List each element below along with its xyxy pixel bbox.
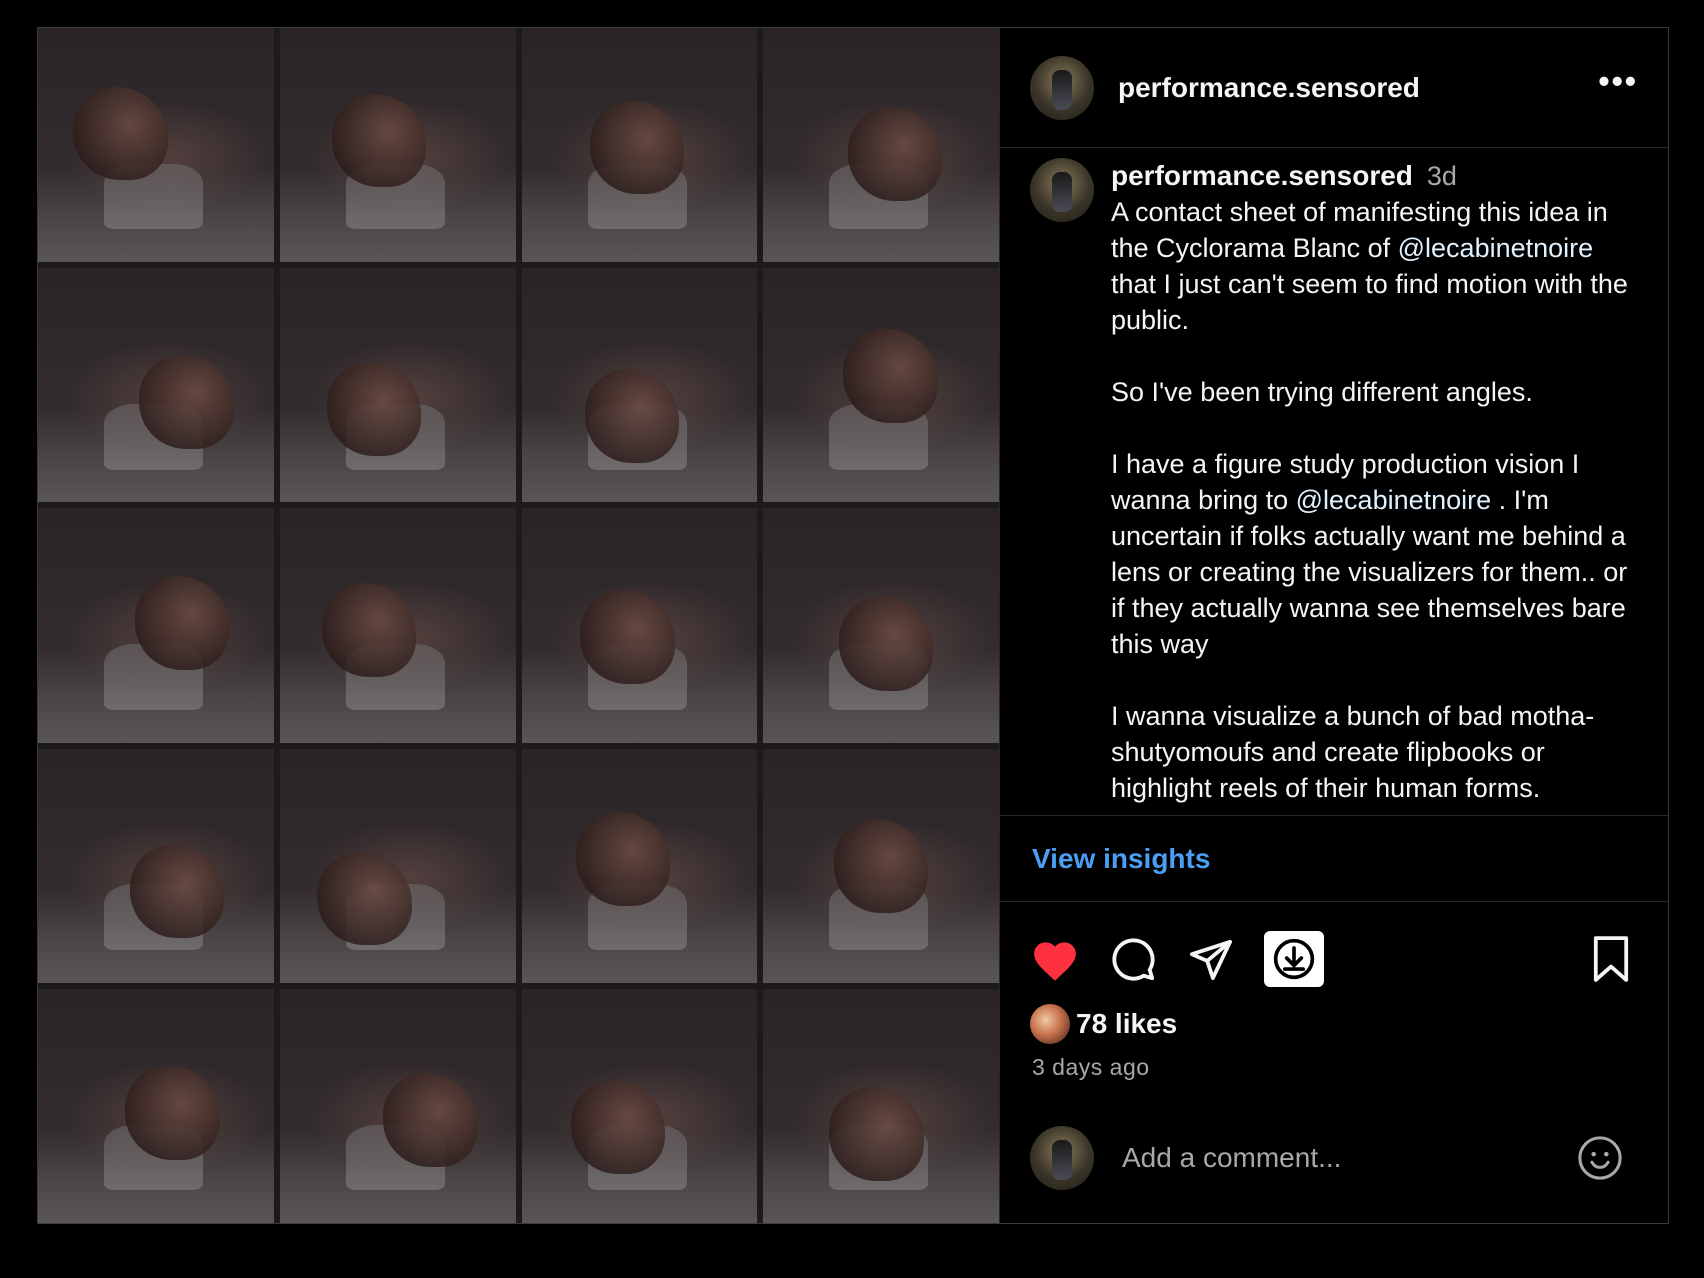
likes-count[interactable]: 78 likes <box>1076 1008 1177 1040</box>
post-header: performance.sensored ••• <box>1000 28 1668 148</box>
contact-sheet-frame <box>38 988 274 1223</box>
contact-sheet-frame <box>763 988 999 1223</box>
liker-avatar[interactable] <box>1030 1004 1070 1044</box>
share-button[interactable] <box>1186 934 1236 984</box>
contact-sheet-frame <box>521 988 758 1223</box>
contact-sheet-frame <box>521 508 758 743</box>
bookmark-icon <box>1593 936 1629 982</box>
contact-sheet-frame <box>279 268 516 503</box>
comment-button[interactable] <box>1108 934 1158 984</box>
contact-sheet-frame <box>38 268 274 503</box>
post-modal: performance.sensored ••• performance.sen… <box>37 27 1669 1224</box>
post-media-contact-sheet[interactable] <box>38 28 999 1223</box>
post-date[interactable]: 3 days ago <box>1000 1044 1668 1081</box>
contact-sheet-frame <box>38 28 274 263</box>
comment-input[interactable] <box>1120 1141 1577 1175</box>
download-icon <box>1273 938 1315 980</box>
contact-sheet-frame <box>521 28 758 263</box>
heart-filled-icon <box>1034 942 1076 981</box>
share-icon <box>1189 939 1232 980</box>
mention-link-1[interactable]: @lecabinetnoire <box>1398 233 1594 263</box>
contact-sheet-frame <box>763 748 999 983</box>
caption-username[interactable]: performance.sensored <box>1111 160 1413 191</box>
contact-sheet-frame <box>763 268 999 503</box>
contact-sheet-frame <box>279 28 516 263</box>
caption-text: performance.sensored 3d A contact sheet o… <box>1111 158 1638 815</box>
like-button[interactable] <box>1030 934 1080 984</box>
caption-text-part-3: . I'm uncertain if folks actually want m… <box>1111 485 1628 803</box>
contact-sheet-frame <box>521 268 758 503</box>
caption-avatar[interactable] <box>1030 158 1094 222</box>
contact-sheet-frame <box>763 508 999 743</box>
post-sidebar: performance.sensored ••• performance.sen… <box>999 28 1668 1223</box>
contact-sheet-frame <box>279 508 516 743</box>
current-user-avatar <box>1030 1126 1094 1190</box>
mention-link-2[interactable]: @lecabinetnoire <box>1296 485 1492 515</box>
contact-sheet-frame <box>38 748 274 983</box>
caption-text-part-2: that I just can't seem to find motion wi… <box>1111 269 1628 515</box>
caption-area: performance.sensored 3d A contact sheet o… <box>1000 148 1668 816</box>
contact-sheet-frame <box>279 988 516 1223</box>
save-button[interactable] <box>1586 934 1636 984</box>
author-username[interactable]: performance.sensored <box>1118 72 1420 104</box>
author-avatar[interactable] <box>1030 55 1094 120</box>
more-options-button[interactable]: ••• <box>1598 65 1638 111</box>
contact-sheet-frame <box>279 748 516 983</box>
comment-icon <box>1112 938 1155 981</box>
emoji-icon[interactable] <box>1577 1135 1623 1181</box>
contact-sheet-frame <box>38 508 274 743</box>
action-bar <box>1000 902 1668 992</box>
likes-row: 78 likes <box>1000 992 1668 1044</box>
comment-row <box>1000 1113 1668 1223</box>
contact-sheet-frame <box>521 748 758 983</box>
insights-bar: View insights <box>1000 816 1668 902</box>
contact-sheet-frame <box>763 28 999 263</box>
download-button[interactable] <box>1264 931 1324 987</box>
view-insights-link[interactable]: View insights <box>1032 843 1210 875</box>
caption-timestamp[interactable]: 3d <box>1427 161 1457 191</box>
